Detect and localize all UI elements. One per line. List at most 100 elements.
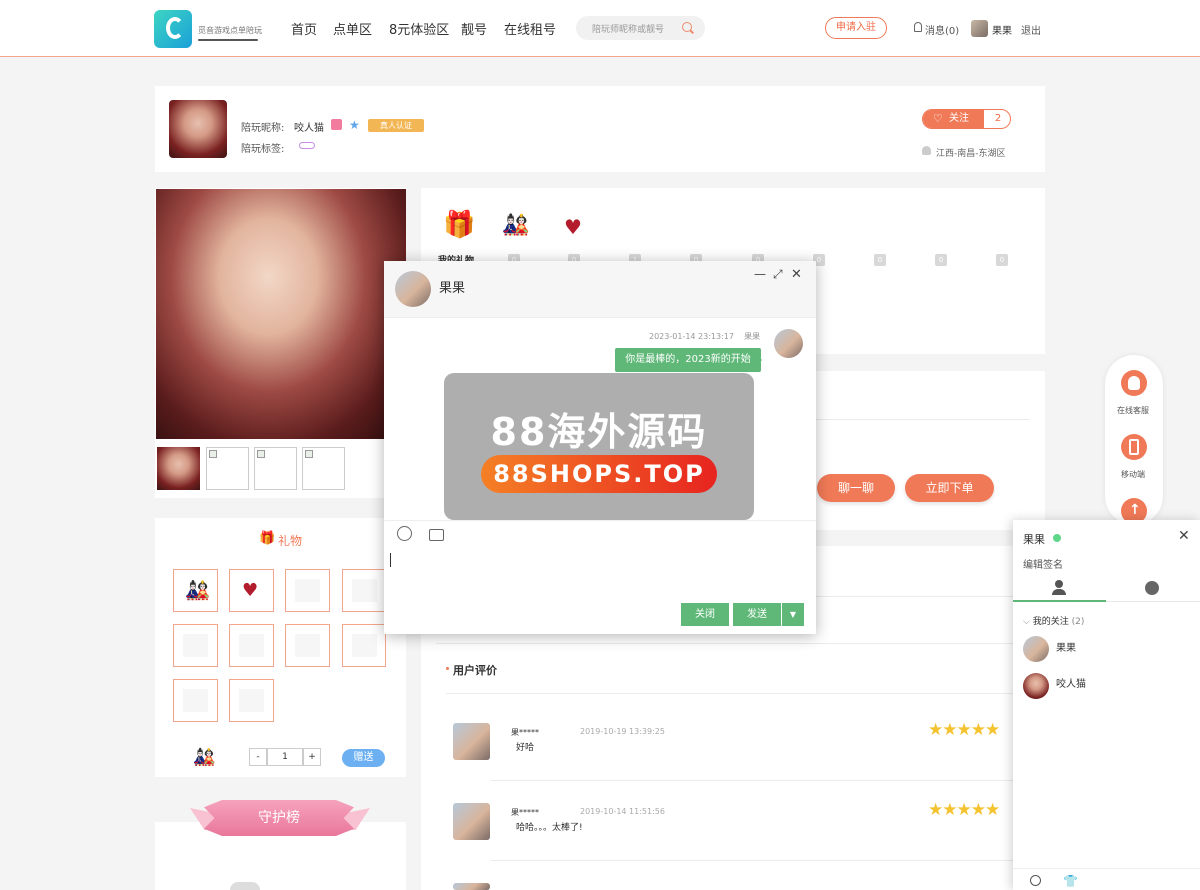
- logo-slogan: 觅音游戏点单陪玩: [198, 26, 262, 35]
- gift-count: 0: [874, 254, 886, 266]
- photo-thumb[interactable]: [302, 447, 345, 490]
- username-link[interactable]: 果果: [992, 22, 1012, 37]
- bell-icon[interactable]: [914, 22, 922, 32]
- search-icon[interactable]: [682, 22, 692, 32]
- photo-thumb[interactable]: [254, 447, 297, 490]
- friend-name[interactable]: 果果: [1056, 639, 1076, 654]
- mobile-label: 移动端: [1121, 470, 1145, 479]
- follow-button[interactable]: 关注 ♡ 2: [922, 109, 1011, 129]
- logout-link[interactable]: 退出: [1021, 22, 1041, 37]
- gift-item[interactable]: [285, 569, 330, 612]
- selected-gift-icon: 🎎: [193, 747, 216, 768]
- close-icon[interactable]: ✕: [791, 267, 802, 282]
- gift-item[interactable]: [229, 679, 274, 722]
- follow-count: 2: [994, 113, 1002, 124]
- send-options-dropdown[interactable]: ▼: [782, 603, 804, 626]
- reviewer-avatar: [453, 723, 490, 760]
- profile-card: [155, 86, 1045, 172]
- guard-avatar: [230, 882, 260, 890]
- friend-avatar[interactable]: [1023, 636, 1049, 662]
- customer-service-label: 在线客服: [1117, 406, 1149, 415]
- profile-avatar[interactable]: [169, 100, 227, 158]
- reviewer-name: 果*****: [511, 808, 539, 817]
- tags-label: 陪玩标签:: [241, 144, 285, 155]
- image-upload-icon[interactable]: [429, 529, 444, 541]
- quantity-plus-button[interactable]: +: [303, 748, 321, 766]
- messages-link[interactable]: 消息(0): [925, 22, 959, 37]
- gift-item[interactable]: 🎎: [173, 569, 218, 612]
- arrow-up-icon: ↑: [1129, 502, 1141, 518]
- gift-item[interactable]: [342, 624, 386, 667]
- chat-tab-icon[interactable]: [1145, 581, 1159, 595]
- contact-avatar: [395, 271, 431, 307]
- nav-home[interactable]: 首页: [291, 19, 317, 38]
- gift-placeholder: [239, 689, 264, 712]
- gift-placeholder: [352, 579, 377, 602]
- photo-thumb[interactable]: [157, 447, 200, 490]
- user-avatar[interactable]: [971, 20, 988, 37]
- friend-avatar[interactable]: [1023, 673, 1049, 699]
- apply-join-button[interactable]: 申请入驻: [825, 17, 887, 39]
- gift-placeholder: [239, 634, 264, 657]
- review-rating-stars: ★★★★★: [928, 720, 1000, 740]
- sender-avatar: [774, 329, 803, 358]
- nav-trial-zone[interactable]: 8元体验区: [389, 19, 449, 38]
- customer-service-button[interactable]: [1121, 370, 1147, 396]
- photo-thumb[interactable]: [206, 447, 249, 490]
- chat-button[interactable]: 聊一聊: [817, 474, 895, 502]
- main-photo[interactable]: [156, 189, 406, 439]
- nav-account-rental[interactable]: 在线租号: [504, 19, 556, 38]
- nickname-label: 陪玩昵称:: [241, 123, 285, 134]
- quantity-minus-button[interactable]: -: [249, 748, 267, 766]
- emoji-icon[interactable]: [397, 526, 412, 541]
- quantity-input[interactable]: 1: [267, 748, 303, 766]
- minimize-icon[interactable]: —: [754, 267, 766, 281]
- review-rating-stars: ★★★★★: [928, 800, 1000, 820]
- give-gift-button[interactable]: 赠送: [342, 749, 385, 767]
- mobile-button[interactable]: [1121, 434, 1147, 460]
- gift-placeholder: [295, 579, 320, 602]
- group-label: 我的关注: [1032, 617, 1069, 627]
- watermark-domain: 88SHOPS.TOP: [481, 455, 717, 493]
- broken-image-icon: [257, 450, 265, 458]
- gift-placeholder: [183, 689, 208, 712]
- nav-vip-number[interactable]: 靓号: [461, 19, 487, 38]
- chat-close-button[interactable]: 关闭: [681, 603, 729, 626]
- reviewer-name: 果*****: [511, 728, 539, 737]
- send-button[interactable]: 发送: [733, 603, 781, 626]
- penguin-icon: [1128, 376, 1140, 390]
- edit-signature[interactable]: 编辑签名: [1023, 556, 1063, 571]
- heart-gift-icon: ♥: [564, 215, 582, 239]
- tag-pill: [299, 142, 315, 149]
- divider: [491, 780, 1030, 781]
- user-body: [1052, 589, 1066, 595]
- contacts-tab-icon[interactable]: [1052, 580, 1066, 595]
- chat-input[interactable]: [390, 553, 391, 567]
- im-bottom-bar: [1013, 868, 1200, 890]
- follow-group[interactable]: ⌵ 我的关注 (2): [1023, 614, 1084, 627]
- gift-box-icon: 🎁: [443, 210, 476, 240]
- divider: [446, 693, 1030, 694]
- search-icon[interactable]: [1030, 875, 1041, 886]
- chat-window: 果果 — ⤢ ✕ 2023-01-14 23:13:17 果果 你是最棒的，20…: [384, 261, 816, 634]
- gift-item[interactable]: ♥: [229, 569, 274, 612]
- gift-item[interactable]: [342, 569, 386, 612]
- skin-shirt-icon[interactable]: 👕: [1063, 874, 1078, 888]
- reviewer-avatar: [453, 883, 490, 890]
- logo-underline: [198, 39, 258, 41]
- message-meta: 2023-01-14 23:13:17 果果: [649, 331, 760, 342]
- nav-order-zone[interactable]: 点单区: [333, 19, 372, 38]
- nickname-value: 咬人猫: [294, 123, 324, 134]
- online-status-icon: [1053, 534, 1061, 542]
- maximize-icon[interactable]: ⤢: [773, 267, 783, 282]
- close-icon[interactable]: ✕: [1178, 528, 1190, 544]
- friend-name[interactable]: 咬人猫: [1056, 675, 1086, 690]
- heart-gift-icon: ♥: [242, 580, 259, 601]
- gift-item[interactable]: [285, 624, 330, 667]
- location-text: 江西-南昌-东湖区: [936, 149, 1006, 159]
- gift-item[interactable]: [173, 624, 218, 667]
- gift-item[interactable]: [173, 679, 218, 722]
- gift-item[interactable]: [229, 624, 274, 667]
- verified-badge: 真人认证: [368, 119, 424, 132]
- order-now-button[interactable]: 立即下单: [905, 474, 994, 502]
